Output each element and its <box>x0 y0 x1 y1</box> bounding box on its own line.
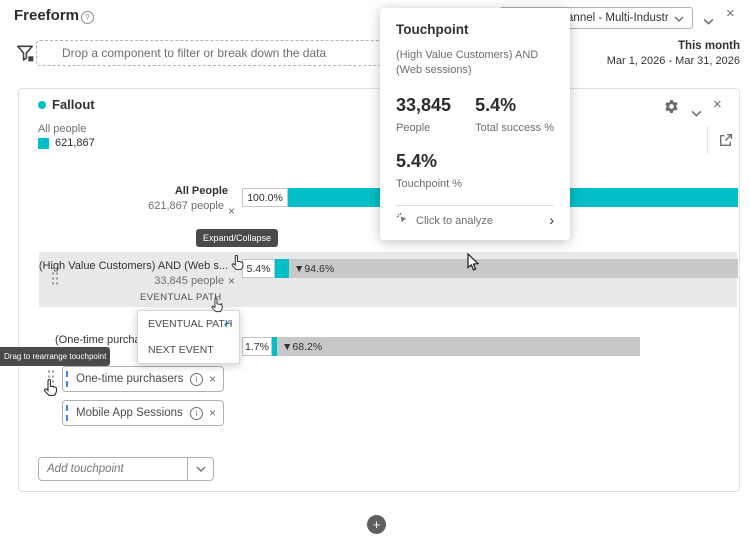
fallout-row-people: 621,867 people <box>148 200 224 212</box>
touchpoint-popover: Touchpoint (High Value Customers) AND (W… <box>380 8 570 240</box>
total-success-value: 5.4% <box>475 94 517 115</box>
bar-fallout-segment: ▼94.6% <box>289 259 738 278</box>
menu-item-label: EVENTUAL PATH <box>148 318 233 330</box>
menu-item-label: NEXT EVENT <box>148 344 214 356</box>
analyze-icon <box>396 212 409 230</box>
fallout-bar-high-value[interactable]: 5.4% ▼94.6% <box>242 259 738 278</box>
date-range-value: Mar 1, 2026 - Mar 31, 2026 <box>606 55 740 67</box>
bar-fallout-label: ▼68.2% <box>282 341 323 353</box>
toolbar-divider <box>707 126 708 154</box>
bar-rate-label: 1.7% <box>242 337 272 356</box>
info-icon[interactable]: i <box>189 372 203 386</box>
collapse-header-icon[interactable] <box>703 12 714 30</box>
info-icon[interactable]: i <box>189 406 203 420</box>
path-mode-menu: EVENTUAL PATH ✓ NEXT EVENT <box>137 310 240 364</box>
legend-label: All people <box>38 123 87 135</box>
remove-touchpoint-icon[interactable]: × <box>228 275 235 287</box>
date-range-label[interactable]: This month <box>678 40 740 52</box>
analyze-label: Click to analyze <box>416 214 494 227</box>
click-to-analyze[interactable]: Click to analyze › <box>396 206 554 236</box>
bar-rate-label: 5.4% <box>242 259 275 278</box>
bar-fallout-segment: ▼68.2% <box>277 337 640 356</box>
fallout-row-name: (High Value Customers) AND (Web s... <box>38 260 228 272</box>
chip-label: One-time purchasers <box>76 373 184 385</box>
check-icon: ✓ <box>222 318 232 330</box>
add-visualization-button[interactable]: + <box>367 515 386 534</box>
close-header-icon[interactable]: × <box>726 5 735 22</box>
people-label: People <box>396 121 431 134</box>
popover-subtitle: (High Value Customers) AND (Web sessions… <box>396 49 539 77</box>
panel-color-dot <box>38 101 46 109</box>
fallout-row-name: All People <box>174 185 228 197</box>
bar-rate-label: 100.0% <box>242 188 288 207</box>
touchpoint-chip-mobile-app[interactable]: Mobile App Sessions i × <box>62 400 224 426</box>
add-touchpoint-dropdown-button[interactable] <box>187 457 214 481</box>
drag-handle-dots[interactable] <box>47 369 55 389</box>
expand-collapse-tooltip: Expand/Collapse <box>196 229 279 247</box>
fallout-row-name: (One-time purcha <box>55 334 141 346</box>
add-touchpoint-input[interactable] <box>38 457 188 481</box>
bar-success-segment <box>275 259 289 278</box>
legend-swatch <box>38 138 49 149</box>
drag-rearrange-tooltip: Drag to rearrange touchpoint <box>0 347 111 366</box>
touchpoint-chip-one-time[interactable]: One-time purchasers i × <box>62 366 224 392</box>
remove-chip-icon[interactable]: × <box>209 372 216 386</box>
touchpoint-pct-value: 5.4% <box>396 150 438 171</box>
chevron-right-icon: › <box>549 212 554 229</box>
page-title: Freeform <box>14 7 80 24</box>
chip-drag-handle[interactable] <box>66 371 68 387</box>
menu-item-eventual-path[interactable]: EVENTUAL PATH ✓ <box>138 311 239 337</box>
chip-drag-handle[interactable] <box>66 405 68 421</box>
chevron-down-icon <box>674 9 684 27</box>
touchpoint-pct-label: Touchpoint % <box>396 177 463 190</box>
remove-chip-icon[interactable]: × <box>209 406 216 420</box>
fallout-row-people: 33,845 people <box>154 275 224 287</box>
total-success-label: Total success % <box>475 121 554 134</box>
close-panel-icon[interactable]: × <box>713 96 722 113</box>
menu-item-next-event[interactable]: NEXT EVENT <box>138 337 239 363</box>
panel-title: Fallout <box>52 97 95 112</box>
legend-value: 621,867 <box>55 137 95 149</box>
freeform-workspace: Freeform ? ≡ Omni-Channel - Multi-Indust… <box>0 0 750 538</box>
filter-icon[interactable] <box>15 43 35 68</box>
remove-touchpoint-icon[interactable]: × <box>228 205 235 217</box>
help-icon[interactable]: ? <box>81 11 94 24</box>
path-mode-label[interactable]: EVENTUAL PATH <box>140 292 222 303</box>
people-value: 33,845 <box>396 94 452 115</box>
popover-title: Touchpoint <box>396 22 469 37</box>
fallout-bar-one-time[interactable]: 1.7% ▼68.2% <box>242 337 738 356</box>
export-icon[interactable] <box>717 132 734 154</box>
bar-fallout-label: ▼94.6% <box>294 263 335 275</box>
gear-icon[interactable] <box>664 99 679 119</box>
filter-dropzone-label: Drop a component to filter or break down… <box>62 46 327 60</box>
chip-label: Mobile App Sessions <box>76 407 183 419</box>
collapse-panel-icon[interactable] <box>691 104 702 122</box>
